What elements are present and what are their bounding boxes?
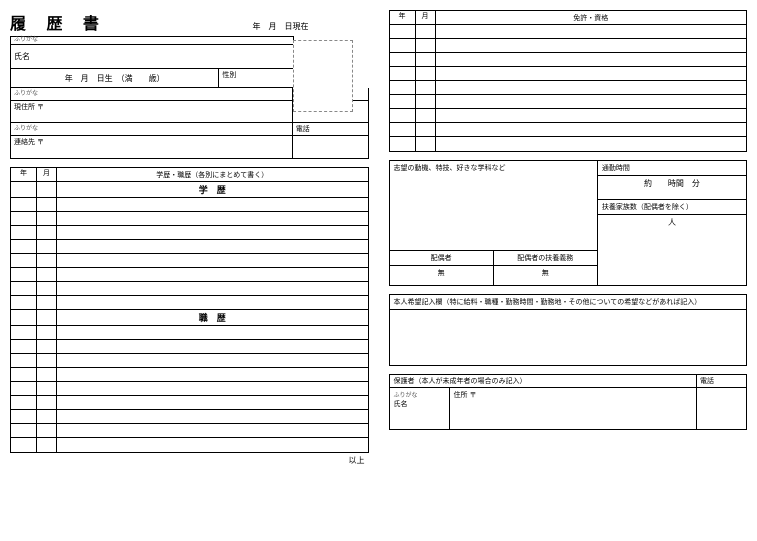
spouse-support-value: 無 — [494, 266, 597, 285]
history-row — [57, 326, 368, 339]
history-header: 学歴・職歴（各別にまとめて書く） — [57, 168, 368, 181]
history-row — [57, 282, 368, 295]
license-row — [436, 109, 747, 122]
license-row — [436, 25, 747, 38]
month-header: 月 — [37, 168, 57, 181]
motive-field: 志望の動機、特技、好きな学科など — [390, 161, 597, 251]
guardian-block: 保護者（本人が未成年者の場合のみ記入） 電話 ふりがな 氏名 住所 〒 — [389, 374, 748, 430]
address-field: 現住所 〒 — [11, 101, 293, 122]
photo-placeholder — [293, 40, 353, 112]
license-row — [436, 137, 747, 151]
birthdate-field: 年 月 日生 （満 歳） — [11, 69, 219, 87]
wish-header: 本人希望記入欄（特に給料・職種・勤務時間・勤務地・その他についての希望などがあれ… — [390, 295, 747, 310]
commute-header: 通勤時間 — [598, 161, 746, 176]
address-furigana: ふりがな — [11, 88, 293, 100]
spouse-header: 配偶者 — [390, 251, 494, 265]
history-row — [57, 268, 368, 281]
lic-header: 免許・資格 — [436, 11, 747, 24]
license-row — [436, 53, 747, 66]
license-row — [436, 39, 747, 52]
history-row — [57, 438, 368, 452]
licenses-table: 年 月 免許・資格 — [389, 10, 748, 152]
license-row — [436, 67, 747, 80]
education-section: 学 歴 — [57, 182, 368, 197]
history-row — [57, 226, 368, 239]
document-title: 履 歴 書 — [10, 10, 107, 34]
history-row — [57, 296, 368, 309]
guardian-furigana: ふりがな — [394, 390, 445, 399]
commute-value: 約 時間 分 — [598, 176, 746, 200]
dependents-value: 人 — [598, 215, 746, 285]
spouse-support-header: 配偶者の扶養義務 — [494, 251, 597, 265]
guardian-header: 保護者（本人が未成年者の場合のみ記入） — [390, 375, 697, 387]
lic-year-header: 年 — [390, 11, 416, 24]
history-row — [57, 254, 368, 267]
history-row — [57, 410, 368, 423]
lic-month-header: 月 — [416, 11, 436, 24]
history-row — [57, 424, 368, 437]
name-field: 氏名 — [11, 45, 293, 68]
guardian-address: 住所 〒 — [450, 388, 697, 429]
ijou-label: 以上 — [10, 455, 369, 466]
history-row — [57, 368, 368, 381]
license-row — [436, 123, 747, 136]
work-section: 職 歴 — [57, 310, 368, 325]
history-row — [57, 340, 368, 353]
history-table: 年 月 学歴・職歴（各別にまとめて書く） 学 歴 職 歴 — [10, 167, 369, 453]
wish-block: 本人希望記入欄（特に給料・職種・勤務時間・勤務地・その他についての希望などがあれ… — [389, 294, 748, 366]
history-row — [57, 212, 368, 225]
furigana-label: ふりがな — [11, 37, 293, 45]
as-of-date: 年 月 日現在 — [253, 21, 309, 32]
guardian-name: 氏名 — [394, 399, 445, 409]
dependents-header: 扶養家族数（配偶者を除く） — [598, 200, 746, 215]
tel2-value — [293, 136, 368, 158]
guardian-tel-label: 電話 — [696, 375, 746, 387]
contact-furigana: ふりがな — [11, 123, 293, 135]
history-row — [57, 198, 368, 211]
history-row — [57, 382, 368, 395]
history-row — [57, 396, 368, 409]
history-row — [57, 354, 368, 367]
other-info-block: 志望の動機、特技、好きな学科など 配偶者 配偶者の扶養義務 無 無 通勤時間 約… — [389, 160, 748, 286]
gender-field: 性別 — [219, 69, 292, 87]
spouse-value: 無 — [390, 266, 494, 285]
license-row — [436, 95, 747, 108]
guardian-tel-value — [696, 388, 746, 429]
license-row — [436, 81, 747, 94]
history-row — [57, 240, 368, 253]
year-header: 年 — [11, 168, 37, 181]
tel2-label: 電話 — [293, 123, 368, 135]
contact-field: 連絡先 〒 — [11, 136, 293, 158]
